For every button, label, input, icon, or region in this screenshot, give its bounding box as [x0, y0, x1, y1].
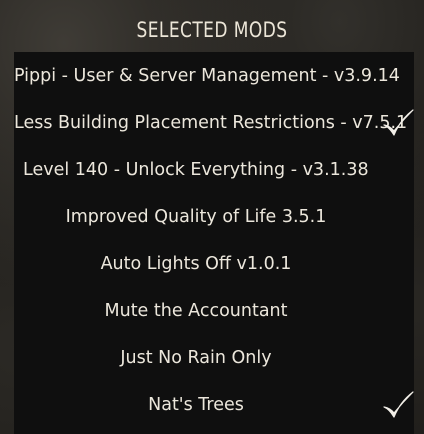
- mod-item-label: Improved Quality of Life 3.5.1: [65, 206, 327, 227]
- mod-item-mute-the-accountant[interactable]: Mute the Accountant: [14, 287, 378, 334]
- mod-item-label: Mute the Accountant: [104, 300, 288, 321]
- mod-item-label: Auto Lights Off v1.0.1: [100, 253, 292, 274]
- mod-item-label: Pippi - User & Server Management - v3.9.…: [14, 65, 400, 86]
- page-title: SELECTED MODS: [136, 18, 288, 42]
- mod-item-auto-lights-off[interactable]: Auto Lights Off v1.0.1: [14, 240, 378, 287]
- mod-item-label: Less Building Placement Restrictions - v…: [14, 112, 408, 133]
- mod-item-level-140[interactable]: Level 140 - Unlock Everything - v3.1.38: [23, 146, 413, 193]
- mod-item-pippi[interactable]: Pippi - User & Server Management - v3.9.…: [14, 52, 414, 99]
- mod-item-improved-quality-of-life[interactable]: Improved Quality of Life 3.5.1: [14, 193, 378, 240]
- checkmark-icon: [383, 391, 414, 418]
- selected-mods-list: Pippi - User & Server Management - v3.9.…: [14, 52, 414, 434]
- mod-item-label: Just No Rain Only: [120, 347, 272, 368]
- mod-item-label: Nat's Trees: [148, 394, 244, 415]
- mod-item-less-building-placement[interactable]: Less Building Placement Restrictions - v…: [14, 99, 414, 146]
- mod-item-just-no-rain-only[interactable]: Just No Rain Only: [14, 334, 378, 381]
- mod-item-nats-trees[interactable]: Nat's Trees: [14, 381, 378, 428]
- mod-item-label: Level 140 - Unlock Everything - v3.1.38: [23, 159, 369, 180]
